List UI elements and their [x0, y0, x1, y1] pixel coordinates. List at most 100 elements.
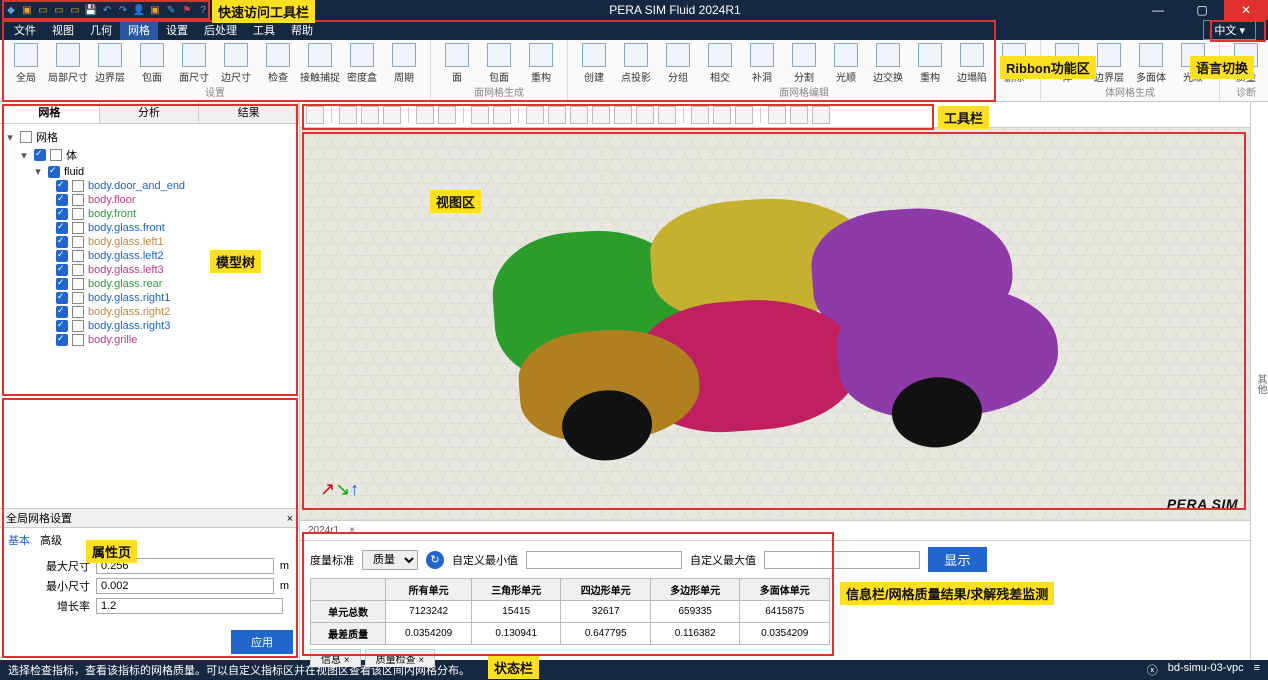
vt-trans-icon[interactable]: [383, 106, 401, 124]
info-tab-quality[interactable]: 质量检查 ×: [365, 649, 436, 667]
vt-left-icon[interactable]: [592, 106, 610, 124]
right-sidebar[interactable]: 其他: [1250, 102, 1268, 660]
menu-help[interactable]: 帮助: [283, 20, 321, 40]
ribbon-全局[interactable]: 全局: [6, 42, 46, 84]
tree-item[interactable]: body.glass.rear: [4, 277, 295, 291]
property-close-icon[interactable]: ×: [287, 509, 293, 527]
ribbon-密度盒[interactable]: 密度盒: [342, 42, 382, 84]
vt-measure-icon[interactable]: [713, 106, 731, 124]
vt-right-icon[interactable]: [614, 106, 632, 124]
ribbon-光顺[interactable]: 光顺: [1173, 42, 1213, 84]
prop-input[interactable]: [96, 558, 274, 574]
vt-box-icon[interactable]: [768, 106, 786, 124]
tree-item[interactable]: body.glass.left1: [4, 235, 295, 249]
tree-item[interactable]: body.glass.left2: [4, 249, 295, 263]
vt-iso-icon[interactable]: [526, 106, 544, 124]
ribbon-重构[interactable]: 重构: [910, 42, 950, 84]
qa-save-as-icon[interactable]: ▭: [68, 3, 82, 17]
qa-undo-icon[interactable]: ↶: [100, 3, 114, 17]
vt-select-icon[interactable]: [306, 106, 324, 124]
vt-pan-icon[interactable]: [438, 106, 456, 124]
menu-mesh[interactable]: 网格: [120, 20, 158, 40]
ribbon-检查[interactable]: 检查: [258, 42, 298, 84]
model-tree[interactable]: ▾网格▾体▾fluidbody.door_and_endbody.floorbo…: [0, 124, 299, 508]
qa-help-icon[interactable]: ?: [196, 3, 210, 17]
ribbon-删除[interactable]: 删除: [994, 42, 1034, 84]
menu-post[interactable]: 后处理: [196, 20, 245, 40]
qa-settings-icon[interactable]: ✎: [164, 3, 178, 17]
vt-front-icon[interactable]: [548, 106, 566, 124]
tree-item[interactable]: body.glass.right2: [4, 305, 295, 319]
ribbon-补洞[interactable]: 补洞: [742, 42, 782, 84]
qa-save-disk-icon[interactable]: 💾: [84, 3, 98, 17]
ribbon-边交换[interactable]: 边交换: [868, 42, 908, 84]
ribbon-接触捕捉[interactable]: 接触捕捉: [300, 42, 340, 84]
info-tab-info[interactable]: 信息 ×: [310, 649, 361, 667]
tree-tab-analysis[interactable]: 分析: [100, 102, 200, 123]
vt-fit-icon[interactable]: [471, 106, 489, 124]
qa-new-icon[interactable]: ▣: [20, 3, 34, 17]
vt-pointer-icon[interactable]: [416, 106, 434, 124]
prop-tab-advanced[interactable]: 高级: [40, 532, 62, 548]
ribbon-创建[interactable]: 创建: [574, 42, 614, 84]
ribbon-质量[interactable]: 质量: [1226, 42, 1266, 84]
ribbon-分割[interactable]: 分割: [784, 42, 824, 84]
custom-min-input[interactable]: [526, 551, 682, 569]
ribbon-分组[interactable]: 分组: [658, 42, 698, 84]
close-button[interactable]: ✕: [1224, 0, 1268, 20]
tree-item[interactable]: body.glass.right3: [4, 319, 295, 333]
qa-screenshot-icon[interactable]: ▣: [148, 3, 162, 17]
metric-select[interactable]: 质量: [362, 550, 418, 570]
tree-item[interactable]: body.door_and_end: [4, 179, 295, 193]
prop-input[interactable]: [96, 578, 274, 594]
prop-tab-basic[interactable]: 基本: [8, 532, 30, 548]
ribbon-包面[interactable]: 包面: [132, 42, 172, 84]
vt-camera-icon[interactable]: [812, 106, 830, 124]
ribbon-体[interactable]: 体: [1047, 42, 1087, 84]
ribbon-边界层[interactable]: 边界层: [90, 42, 130, 84]
menu-settings[interactable]: 设置: [158, 20, 196, 40]
vt-shade-icon[interactable]: [361, 106, 379, 124]
tree-item[interactable]: body.grille: [4, 333, 295, 347]
ribbon-包面[interactable]: 包面: [479, 42, 519, 84]
vt-sphere-icon[interactable]: [790, 106, 808, 124]
vt-grid-icon[interactable]: [735, 106, 753, 124]
vt-section-icon[interactable]: [691, 106, 709, 124]
vt-back-icon[interactable]: [570, 106, 588, 124]
viewport-tab-close-icon[interactable]: ×: [349, 525, 355, 536]
ribbon-重构[interactable]: 重构: [521, 42, 561, 84]
apply-button[interactable]: 应用: [231, 630, 293, 654]
show-button[interactable]: 显示: [928, 547, 987, 572]
ribbon-光顺[interactable]: 光顺: [826, 42, 866, 84]
ribbon-面[interactable]: 面: [437, 42, 477, 84]
qa-flag-icon[interactable]: ⚑: [180, 3, 194, 17]
vt-bottom-icon[interactable]: [658, 106, 676, 124]
vt-top-icon[interactable]: [636, 106, 654, 124]
qa-user-icon[interactable]: 👤: [132, 3, 146, 17]
qa-save-icon[interactable]: ▭: [52, 3, 66, 17]
menu-tools[interactable]: 工具: [245, 20, 283, 40]
minimize-button[interactable]: —: [1136, 0, 1180, 20]
ribbon-点投影[interactable]: 点投影: [616, 42, 656, 84]
ribbon-边尺寸[interactable]: 边尺寸: [216, 42, 256, 84]
ribbon-周期[interactable]: 周期: [384, 42, 424, 84]
tree-tab-results[interactable]: 结果: [199, 102, 299, 123]
language-switch[interactable]: 中文 ▾: [1203, 20, 1256, 40]
refresh-icon[interactable]: ↻: [426, 551, 444, 569]
tree-item[interactable]: body.glass.front: [4, 221, 295, 235]
ribbon-面尺寸[interactable]: 面尺寸: [174, 42, 214, 84]
menu-geometry[interactable]: 几何: [82, 20, 120, 40]
vt-wire-icon[interactable]: [339, 106, 357, 124]
qa-open-icon[interactable]: ▭: [36, 3, 50, 17]
prop-input[interactable]: [96, 598, 283, 614]
tree-item[interactable]: body.front: [4, 207, 295, 221]
menu-view[interactable]: 视图: [44, 20, 82, 40]
ribbon-边塌陷[interactable]: 边塌陷: [952, 42, 992, 84]
viewport[interactable]: ↗↘↑ PERA SIM: [300, 128, 1250, 520]
custom-max-input[interactable]: [764, 551, 920, 569]
ribbon-相交[interactable]: 相交: [700, 42, 740, 84]
ribbon-多面体[interactable]: 多面体: [1131, 42, 1171, 84]
qa-redo-icon[interactable]: ↷: [116, 3, 130, 17]
tree-item[interactable]: body.glass.left3: [4, 263, 295, 277]
maximize-button[interactable]: ▢: [1180, 0, 1224, 20]
